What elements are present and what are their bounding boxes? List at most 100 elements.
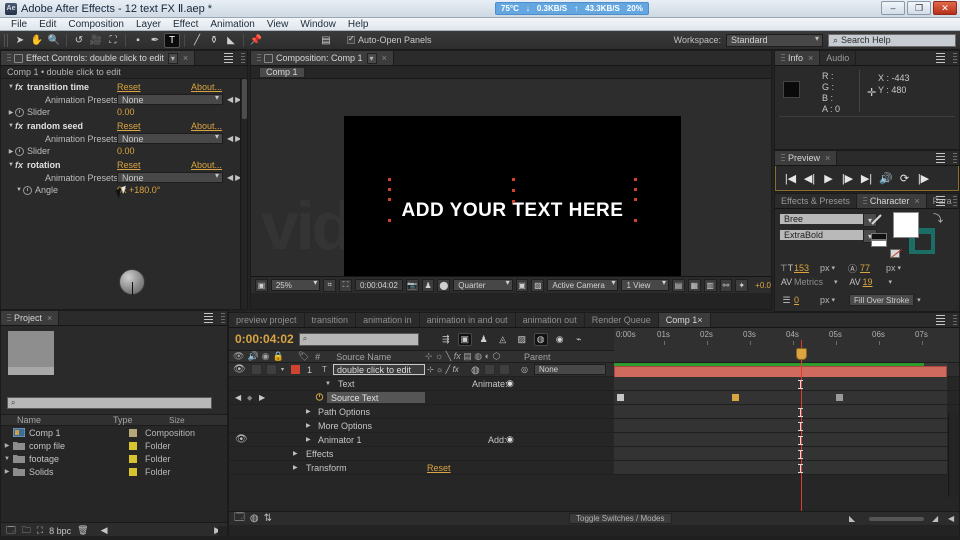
layer-name-input[interactable]: double click to edit xyxy=(333,364,425,375)
menu-layer[interactable]: Layer xyxy=(131,19,166,30)
minimize-button[interactable]: – xyxy=(881,1,905,15)
disclosure-triangle-icon[interactable]: ▼ xyxy=(325,381,331,387)
no-fill-icon[interactable] xyxy=(890,249,900,258)
tracking-value[interactable]: 19 xyxy=(863,277,889,287)
show-snapshot-icon[interactable]: ♟ xyxy=(421,278,435,292)
exposure-reset-icon[interactable]: ✦ xyxy=(735,278,749,292)
effect-about-link[interactable]: About... xyxy=(191,82,222,92)
effect-header-rotation[interactable]: ▼ fx rotation Reset About... xyxy=(1,159,247,171)
current-time-display[interactable]: 0:00:04:02 xyxy=(235,332,294,346)
enable-frame-blending-icon[interactable]: ◬ xyxy=(496,333,510,346)
keyframe-navigator-icon[interactable]: ◆ xyxy=(247,394,252,402)
label-swatch[interactable] xyxy=(129,467,137,476)
chevron-down-icon[interactable]: ▾ xyxy=(898,264,902,272)
disclosure-triangle-icon[interactable]: ▶ xyxy=(1,442,13,449)
font-size-value[interactable]: 153 xyxy=(794,263,820,273)
guides-icon[interactable]: ▨ xyxy=(531,278,545,292)
next-frame-button[interactable]: |▶ xyxy=(841,172,854,185)
snapshot-icon[interactable]: 📷 xyxy=(405,278,419,292)
panel-grip-icon[interactable] xyxy=(953,196,957,206)
source-text-stopwatch-icon[interactable] xyxy=(315,392,324,404)
column-name[interactable]: Name xyxy=(1,415,113,425)
canvas-text-layer[interactable]: ADD YOUR TEXT HERE xyxy=(402,200,624,222)
lock-toggle-icon[interactable]: 🔒 xyxy=(270,351,284,362)
text-bounding-handle[interactable] xyxy=(388,188,391,191)
grid-row[interactable] xyxy=(614,433,947,447)
next-keyframe-icon[interactable]: ▶ xyxy=(259,393,265,402)
panel-grip-icon[interactable] xyxy=(953,53,957,63)
grid-row[interactable] xyxy=(614,391,947,405)
enable-motion-blur-icon[interactable]: ▨ xyxy=(515,333,529,346)
menu-view[interactable]: View xyxy=(262,19,294,30)
kerning-value[interactable]: Metrics xyxy=(794,277,834,287)
timeline-search-input[interactable]: ⌕ xyxy=(298,332,419,346)
layer-track-matte[interactable] xyxy=(484,364,495,375)
ram-preview-button[interactable]: |▶ xyxy=(917,172,930,185)
tab-preview[interactable]: Preview × xyxy=(775,151,838,165)
brush-tool[interactable]: ╱ xyxy=(189,33,205,48)
keyframe-marker[interactable] xyxy=(836,394,843,401)
type-tool[interactable]: T xyxy=(164,32,180,48)
lock-icon[interactable] xyxy=(14,53,23,63)
disclosure-triangle-icon[interactable]: ▼ xyxy=(7,162,15,168)
panel-grip-icon[interactable] xyxy=(221,313,225,323)
menu-edit[interactable]: Edit xyxy=(34,19,61,30)
default-colors-icon[interactable] xyxy=(871,233,887,247)
tab-animation-in[interactable]: animation in xyxy=(356,313,420,327)
effect-param-slider-transition-time[interactable]: ▶ Slider 0.00 xyxy=(1,106,247,118)
list-item[interactable]: ▶ Solids Folder xyxy=(1,465,227,478)
label-column-icon[interactable]: 🏷 xyxy=(284,351,309,362)
comp-mini-flowchart-icon[interactable]: 🗔 xyxy=(234,510,245,527)
list-item[interactable]: Comp 1 Composition xyxy=(1,426,227,439)
close-icon[interactable]: × xyxy=(183,53,188,63)
chevron-down-icon[interactable]: ▾ xyxy=(832,264,836,272)
tab-character[interactable]: Character × xyxy=(856,194,927,208)
exposure-value[interactable]: +0.0 xyxy=(755,281,771,290)
layer-solo-toggle[interactable] xyxy=(266,364,277,375)
timeline-keyframe-grid[interactable] xyxy=(614,340,947,511)
animate-menu-icon[interactable]: ◉ xyxy=(506,378,514,389)
motion-blur-icon[interactable]: ⇅ xyxy=(264,513,272,524)
tab-project[interactable]: Project × xyxy=(1,311,60,325)
label-swatch[interactable] xyxy=(129,454,137,463)
effect-header-random-seed[interactable]: ▼ fx random seed Reset About... xyxy=(1,120,247,132)
checkbox-icon[interactable] xyxy=(347,34,355,44)
tab-transition[interactable]: transition xyxy=(304,313,357,327)
chevron-down-icon[interactable]: ▾ xyxy=(834,278,838,286)
breadcrumb-comp1[interactable]: Comp 1 xyxy=(259,66,305,78)
always-preview-icon[interactable]: ▣ xyxy=(255,278,268,292)
grid-row[interactable] xyxy=(614,419,947,433)
graph-editor-icon[interactable]: ◍ xyxy=(250,513,259,524)
clone-stamp-tool[interactable]: ⚱ xyxy=(206,33,222,48)
lock-icon[interactable] xyxy=(264,53,273,63)
video-toggle-icon[interactable]: 👁 xyxy=(229,351,244,362)
disclosure-triangle-icon[interactable]: ▶ xyxy=(306,408,311,415)
panel-menu-icon[interactable] xyxy=(224,53,235,63)
animation-presets-select[interactable]: None xyxy=(117,132,223,144)
selection-tool[interactable]: ➤ xyxy=(12,33,28,48)
grid-row[interactable] xyxy=(614,447,947,461)
animation-presets-select[interactable]: None xyxy=(117,171,223,183)
timeline-vertical-scrollbar[interactable] xyxy=(948,413,959,497)
panel-menu-icon[interactable] xyxy=(936,53,947,63)
close-icon[interactable]: × xyxy=(47,313,52,323)
panel-grip-icon[interactable] xyxy=(241,53,245,63)
keyframe-marker[interactable] xyxy=(732,394,739,401)
chevron-down-icon[interactable]: ▾ xyxy=(832,296,836,304)
text-bounding-handle[interactable] xyxy=(388,178,391,181)
disclosure-triangle-icon[interactable]: ▼ xyxy=(1,456,13,462)
label-swatch[interactable] xyxy=(129,441,137,450)
effect-param-slider-random-seed[interactable]: ▶ Slider 0.00 xyxy=(1,145,247,157)
font-family-select[interactable]: Bree xyxy=(779,213,877,227)
region-of-interest-icon[interactable]: ⌗ xyxy=(323,278,337,292)
property-label[interactable]: Source Text xyxy=(327,392,425,403)
composition-viewer[interactable]: videohive ADD YOUR TEXT HERE xyxy=(251,79,771,276)
hand-tool[interactable]: ✋ xyxy=(29,33,45,48)
disclosure-triangle-icon[interactable]: ▶ xyxy=(7,109,15,116)
close-icon[interactable]: × xyxy=(914,196,919,206)
fast-preview-icon[interactable]: ▦ xyxy=(687,278,701,292)
zoom-in-timeline-icon[interactable]: ◢ xyxy=(932,514,938,523)
param-value[interactable]: 0.00 xyxy=(117,107,135,117)
bit-depth-label[interactable]: 8 bpc xyxy=(49,526,71,536)
keyframe-marker[interactable] xyxy=(617,394,624,401)
